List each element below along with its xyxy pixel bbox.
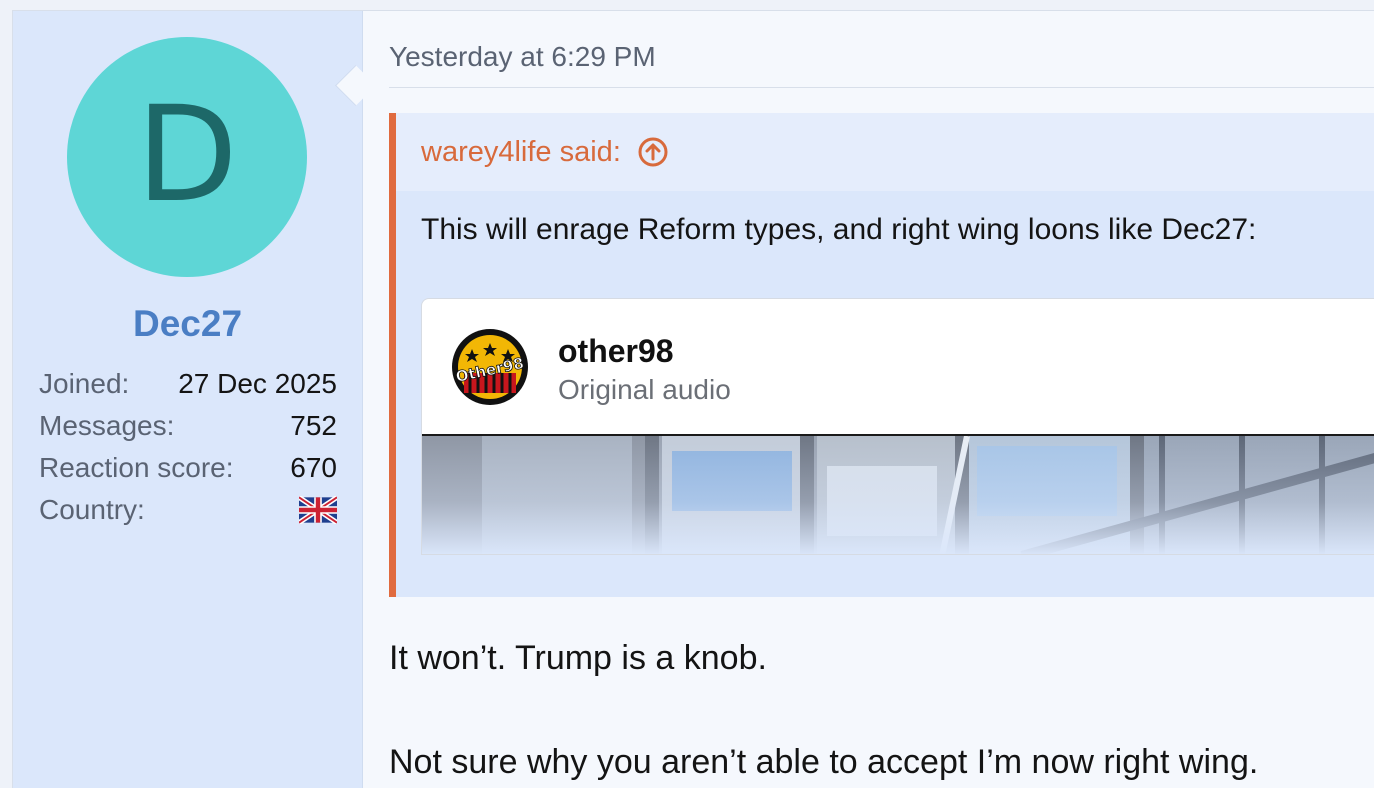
stat-value[interactable]: 752 [290,410,337,442]
message-content: Yesterday at 6:29 PM warey4life said: Th… [389,11,1374,788]
embed-header: Other98 other98 Original audio [422,299,1374,436]
quote-text: This will enrage Reform types, and right… [421,213,1257,246]
quote-author[interactable]: warey4life said: [421,136,621,169]
quote-block: warey4life said: This will enrage Reform… [389,113,1374,597]
embed-account-name[interactable]: other98 [558,333,674,370]
stat-label: Country: [39,494,145,525]
quote-header[interactable]: warey4life said: [396,113,1374,191]
user-stats: Joined: 27 Dec 2025 Messages: 752 Reacti… [39,363,337,531]
stat-row-joined: Joined: 27 Dec 2025 [39,363,337,405]
stat-row-messages: Messages: 752 [39,405,337,447]
stat-row-country: Country: [39,489,337,531]
avatar-letter: D [136,78,238,232]
message-post: D Dec27 Joined: 27 Dec 2025 Messages: 75… [12,10,1374,788]
header-divider [389,87,1374,88]
stat-label: Reaction score: [39,452,234,483]
stat-row-reaction-score: Reaction score: 670 [39,447,337,489]
avatar[interactable]: D [67,37,307,277]
arrow-up-circle-icon[interactable] [637,136,669,168]
username-link[interactable]: Dec27 [13,303,362,345]
stat-value: 27 Dec 2025 [178,368,337,399]
video-thumbnail[interactable] [422,436,1374,555]
account-logo[interactable]: Other98 [450,327,530,407]
stat-label: Messages: [39,410,175,441]
stat-label: Joined: [39,368,130,399]
user-info-panel: D Dec27 Joined: 27 Dec 2025 Messages: 75… [13,11,363,788]
reply-text-line: It won’t. Trump is a knob. [389,639,767,677]
uk-flag-icon [299,496,337,524]
embed-subtitle: Original audio [558,374,731,405]
reply-text-line: Not sure why you aren’t able to accept I… [389,743,1259,781]
post-timestamp[interactable]: Yesterday at 6:29 PM [389,41,656,73]
stat-value: 670 [290,452,337,483]
media-embed[interactable]: Other98 other98 Original audio [421,298,1374,555]
